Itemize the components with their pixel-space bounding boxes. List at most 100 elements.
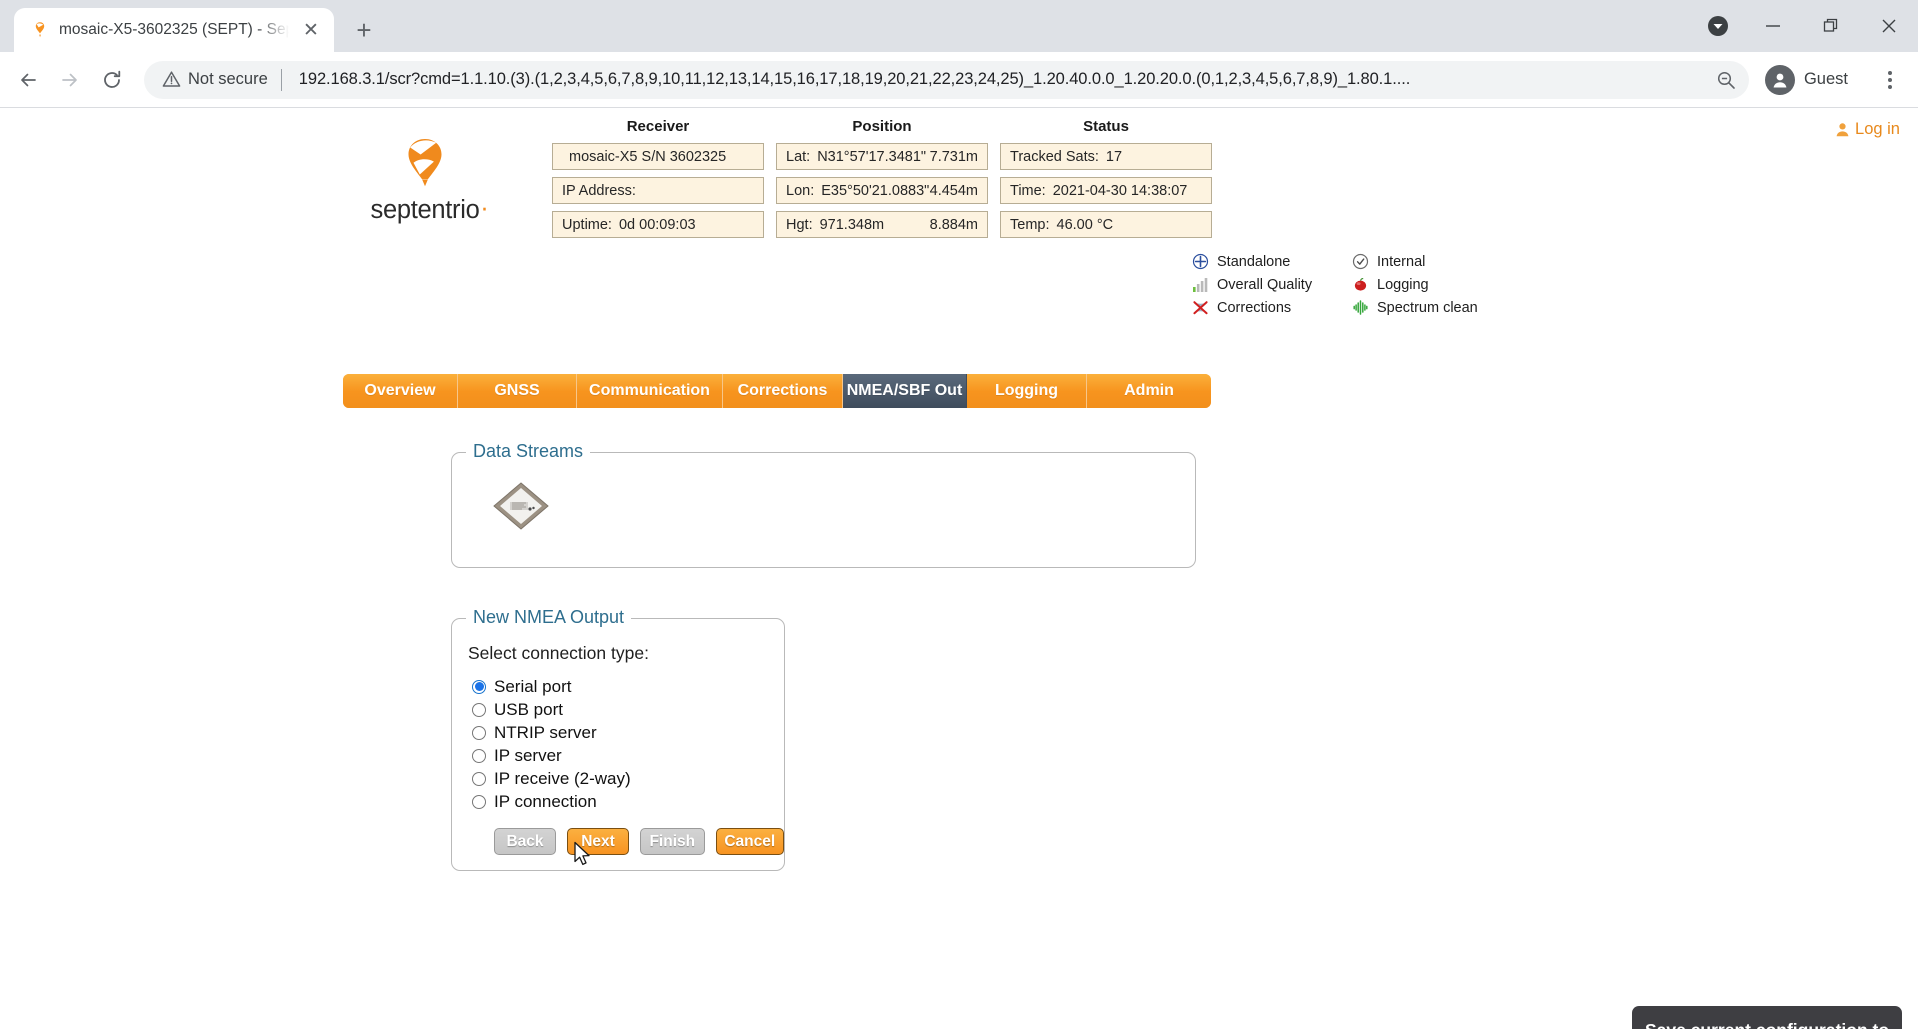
tab-logging[interactable]: Logging [967, 374, 1087, 408]
tab-nmea-sbf-out[interactable]: NMEA/SBF Out [843, 374, 967, 408]
chrome-menu-icon[interactable] [1872, 62, 1908, 98]
zoom-out-magnifier-icon[interactable] [1709, 63, 1743, 97]
reload-icon[interactable] [92, 60, 132, 100]
radio-option-ip-server[interactable]: IP server [472, 744, 784, 767]
logo-dot: · [480, 194, 489, 222]
field-label: Uptime: [562, 216, 612, 233]
back-button[interactable]: Back [494, 828, 556, 855]
tab-admin[interactable]: Admin [1087, 374, 1211, 408]
radio-label: Serial port [494, 676, 572, 696]
finish-button[interactable]: Finish [640, 828, 705, 855]
status-column: Status Tracked Sats: 17 Time: 2021-04-30… [1000, 118, 1212, 245]
field-receiver-model: mosaic-X5 S/N 3602325 [552, 143, 764, 170]
receiver-column: Receiver mosaic-X5 S/N 3602325 IP Addres… [552, 118, 764, 245]
profile-chip[interactable]: Guest [1761, 61, 1864, 99]
field-value: 0d 00:09:03 [618, 216, 696, 233]
field-value: 2021-04-30 14:38:07 [1052, 182, 1188, 199]
url-text[interactable]: 192.168.3.1/scr?cmd=1.1.10.(3).(1,2,3,4,… [299, 70, 1701, 89]
status-spectrum[interactable]: Spectrum clean [1350, 298, 1520, 318]
tab-communication[interactable]: Communication [577, 374, 723, 408]
window-minimize-button[interactable] [1744, 0, 1802, 52]
tab-corrections[interactable]: Corrections [723, 374, 843, 408]
address-bar[interactable]: Not secure 192.168.3.1/scr?cmd=1.1.10.(3… [144, 60, 1749, 99]
radio-button[interactable] [472, 679, 486, 694]
field-value-secondary: 8.884m [929, 216, 978, 233]
toast-message: Save current configuration to boot confi… [1642, 1020, 1892, 1029]
field-label: Hgt: [786, 216, 813, 233]
status-overall-quality[interactable]: Overall Quality [1190, 275, 1350, 295]
save-config-toast: Save current configuration to boot confi… [1632, 1006, 1902, 1029]
radio-button[interactable] [472, 771, 486, 786]
radio-option-serial-port[interactable]: Serial port [472, 675, 784, 698]
window-maximize-button[interactable] [1802, 0, 1860, 52]
radio-label: NTRIP server [494, 722, 597, 742]
septentrio-favicon [30, 20, 50, 40]
radio-button[interactable] [472, 702, 486, 717]
field-label: Temp: [1010, 216, 1050, 233]
cancel-button[interactable]: Cancel [715, 828, 784, 855]
wizard-button-row: Back Next Finish Cancel [494, 828, 784, 855]
field-label: Lat: [786, 148, 811, 165]
forward-icon[interactable] [50, 60, 90, 100]
radio-label: IP receive (2-way) [494, 768, 631, 788]
tab-gnss[interactable]: GNSS [458, 374, 577, 408]
field-label: Lon: [786, 182, 815, 199]
receiver-header: septentrio · Receiver mosaic-X5 S/N 36023… [0, 108, 1918, 316]
field-value-secondary: 7.731m [929, 148, 978, 165]
radio-option-ip-connection[interactable]: IP connection [472, 790, 784, 813]
tab-overview[interactable]: Overview [343, 374, 458, 408]
chrome-extra-badge-icon[interactable] [1692, 0, 1744, 52]
standalone-crosshair-icon [1190, 252, 1210, 272]
status-corrections[interactable]: Corrections [1190, 298, 1350, 318]
status-label: Overall Quality [1217, 276, 1313, 293]
spectrum-wave-icon [1350, 298, 1370, 318]
new-tab-button[interactable]: + [346, 12, 382, 48]
field-latitude: Lat: N31°57'17.3481" 7.731m [776, 143, 988, 170]
next-button[interactable]: Next [567, 828, 629, 855]
radio-option-ip-receive[interactable]: IP receive (2-way) [472, 767, 784, 790]
status-standalone[interactable]: Standalone [1190, 252, 1350, 272]
field-time: Time: 2021-04-30 14:38:07 [1000, 177, 1212, 204]
status-label: Corrections [1217, 299, 1292, 316]
receiver-info-columns: Receiver mosaic-X5 S/N 3602325 IP Addres… [552, 118, 1212, 245]
field-uptime: Uptime: 0d 00:09:03 [552, 211, 764, 238]
radio-button[interactable] [472, 748, 486, 763]
field-value: 971.348m [819, 216, 885, 233]
field-longitude: Lon: E35°50'21.0883" 4.454m [776, 177, 988, 204]
web-page-content: Log in septentrio · Receiver mosaic-X5 S… [0, 108, 1918, 1029]
status-indicator-grid: Standalone Internal Overall Quality Logg… [1190, 250, 1520, 319]
radio-option-usb-port[interactable]: USB port [472, 698, 784, 721]
browser-toolbar: Not secure 192.168.3.1/scr?cmd=1.1.10.(3… [0, 52, 1918, 108]
radio-option-ntrip-server[interactable]: NTRIP server [472, 721, 784, 744]
field-value: 46.00 °C [1056, 216, 1114, 233]
field-value: 17 [1105, 148, 1123, 165]
column-title: Position [852, 118, 912, 135]
window-close-button[interactable] [1860, 0, 1918, 52]
window-controls [1692, 0, 1918, 52]
field-value: N31°57'17.3481" [817, 148, 927, 165]
septentrio-logo: septentrio · [355, 136, 495, 225]
new-nmea-output-panel: New NMEA Output Select connection type: … [451, 607, 785, 871]
field-label: Tracked Sats: [1010, 148, 1099, 165]
security-status[interactable]: Not secure [162, 70, 268, 89]
warning-triangle-icon [162, 71, 181, 87]
close-icon[interactable]: ✕ [298, 17, 324, 43]
status-logging[interactable]: Logging [1350, 275, 1520, 295]
radio-label: IP connection [494, 791, 597, 811]
data-stream-diamond-icon[interactable] [490, 480, 552, 532]
omnibox-divider [280, 68, 282, 91]
status-internal[interactable]: Internal [1350, 252, 1520, 272]
data-streams-legend: Data Streams [466, 441, 591, 462]
clock-internal-icon [1350, 252, 1370, 272]
browser-tab[interactable]: mosaic-X5-3602325 (SEPT) - Septen ✕ [14, 8, 334, 52]
field-value: mosaic-X5 S/N 3602325 [569, 148, 727, 165]
radio-button[interactable] [472, 794, 486, 809]
septentrio-wordmark: septentrio · [370, 194, 489, 224]
radio-button[interactable] [472, 725, 486, 740]
status-label: Logging [1377, 276, 1429, 293]
radio-label: IP server [494, 745, 562, 765]
browser-tab-title: mosaic-X5-3602325 (SEPT) - Septen [59, 21, 289, 38]
field-label: Time: [1010, 182, 1046, 199]
back-icon[interactable] [8, 60, 48, 100]
profile-name: Guest [1803, 70, 1848, 88]
